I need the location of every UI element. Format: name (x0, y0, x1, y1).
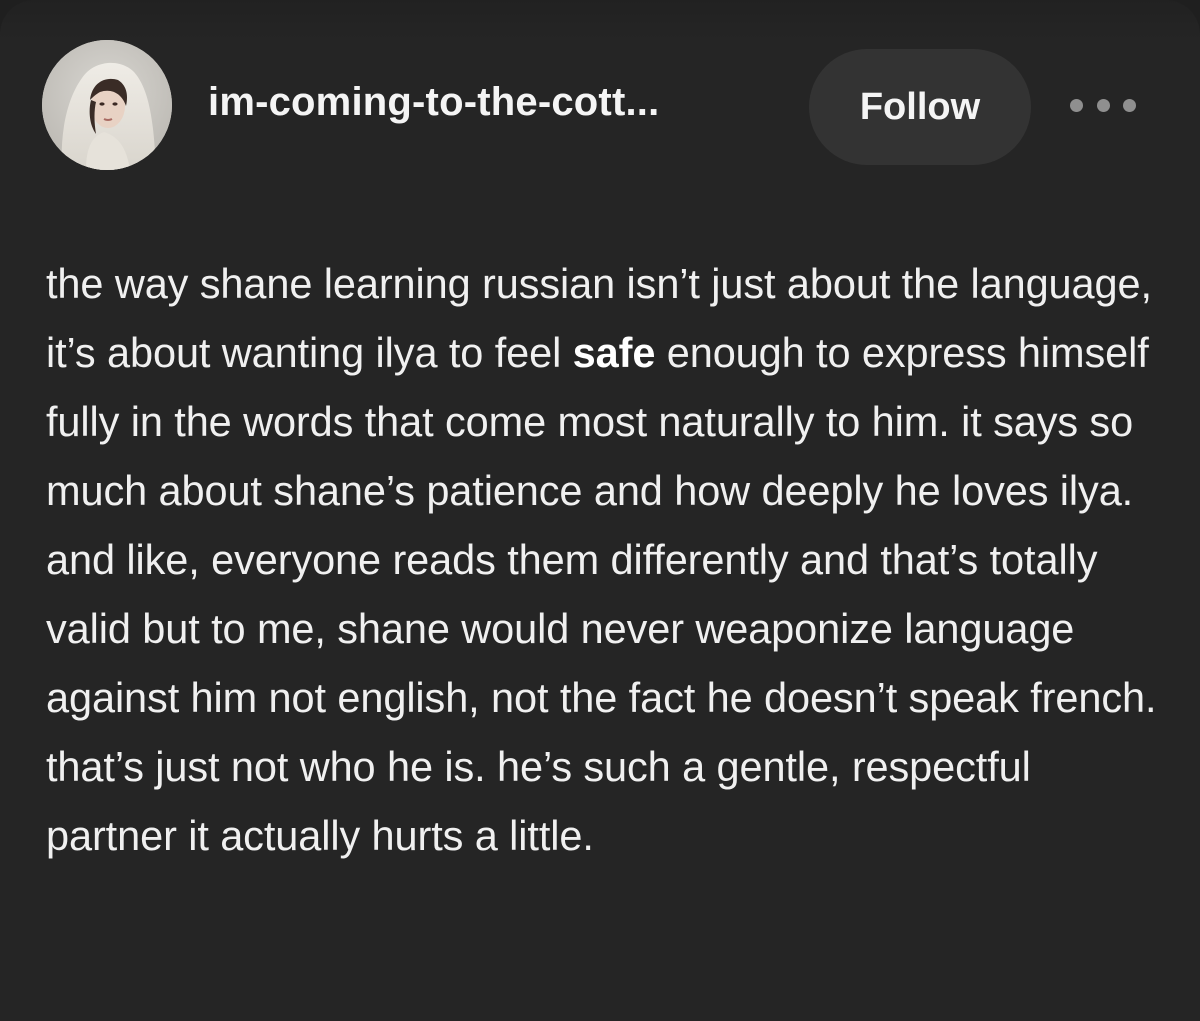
post-text-after: enough to express himself fully in the w… (46, 329, 1157, 859)
avatar-photo-icon (42, 40, 172, 170)
post-card: im-coming-to-the-cott... Follow the way … (0, 0, 1200, 1021)
post-text: the way shane learning russian isn’t jus… (46, 249, 1166, 870)
dot (1123, 98, 1136, 112)
post-body: the way shane learning russian isn’t jus… (46, 249, 1166, 870)
follow-button[interactable]: Follow (809, 49, 1031, 165)
author-username[interactable]: im-coming-to-the-cott... (208, 80, 659, 125)
post-header: im-coming-to-the-cott... Follow (0, 0, 1200, 215)
dot (1070, 98, 1083, 112)
post-text-bold: safe (572, 329, 656, 376)
more-dots-icon[interactable] (1070, 90, 1136, 120)
author-avatar[interactable] (42, 40, 172, 170)
dot (1096, 98, 1110, 112)
